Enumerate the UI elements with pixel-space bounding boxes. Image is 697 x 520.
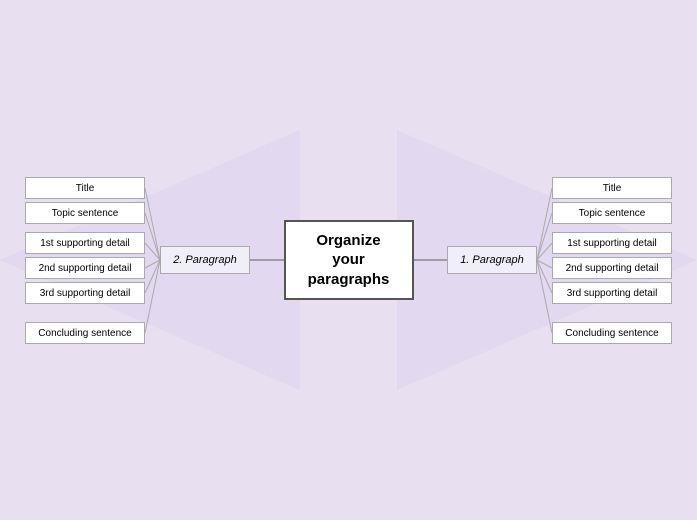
right-detail-1: Topic sentence xyxy=(552,202,672,224)
right-detail-3: 2nd supporting detail xyxy=(552,257,672,279)
left-connector-label: 2. Paragraph xyxy=(173,254,237,266)
right-connector-label: 1. Paragraph xyxy=(460,254,524,266)
left-detail-0: Title xyxy=(25,177,145,199)
left-paragraph-node: 2. Paragraph xyxy=(160,246,250,274)
left-detail-3: 2nd supporting detail xyxy=(25,257,145,279)
right-detail-4: 3rd supporting detail xyxy=(552,282,672,304)
left-detail-1: Topic sentence xyxy=(25,202,145,224)
left-detail-5: Concluding sentence xyxy=(25,322,145,344)
center-label: Organizeyourparagraphs xyxy=(308,231,390,290)
left-detail-2: 1st supporting detail xyxy=(25,232,145,254)
left-detail-4: 3rd supporting detail xyxy=(25,282,145,304)
right-detail-2: 1st supporting detail xyxy=(552,232,672,254)
right-detail-0: Title xyxy=(552,177,672,199)
right-detail-5: Concluding sentence xyxy=(552,322,672,344)
right-paragraph-node: 1. Paragraph xyxy=(447,246,537,274)
mind-map-canvas: Organizeyourparagraphs 2. Paragraph 1. P… xyxy=(0,0,697,520)
center-node: Organizeyourparagraphs xyxy=(284,220,414,300)
